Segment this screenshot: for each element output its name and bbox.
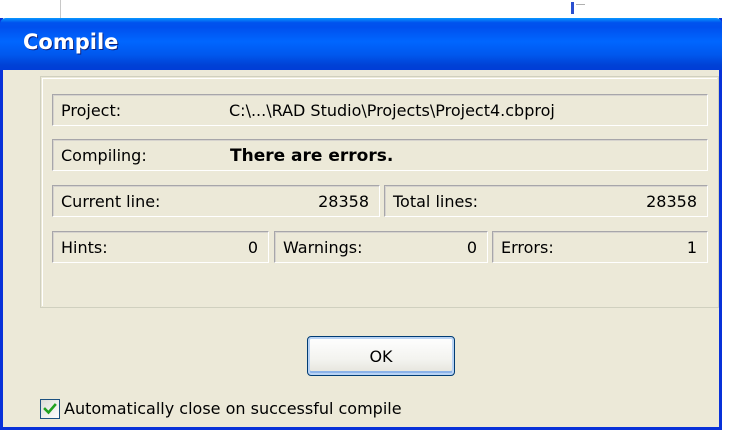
auto-close-checkbox[interactable] [40, 399, 60, 419]
project-field: Project: C:\...\RAD Studio\Projects\Proj… [52, 94, 708, 126]
compiling-status: There are errors. [230, 146, 394, 166]
compile-dialog: Compile Project: C:\...\RAD Studio\Proje… [0, 18, 722, 430]
hints-value: 0 [247, 238, 258, 257]
compiling-label: Compiling: [61, 146, 147, 165]
auto-close-label: Automatically close on successful compil… [64, 399, 402, 418]
current-line-label: Current line: [61, 192, 161, 211]
total-lines-label: Total lines: [393, 192, 479, 211]
hints-field: Hints: 0 [52, 231, 269, 263]
errors-label: Errors: [501, 238, 554, 257]
checkmark-icon [43, 403, 57, 415]
warnings-value: 0 [466, 238, 477, 257]
background-marker-2 [576, 4, 585, 8]
title-bar[interactable]: Compile [0, 18, 722, 70]
errors-field: Errors: 1 [492, 231, 708, 263]
ok-button[interactable]: OK [307, 336, 455, 376]
warnings-label: Warnings: [283, 238, 363, 257]
project-path: C:\...\RAD Studio\Projects\Project4.cbpr… [229, 101, 555, 120]
total-lines-field: Total lines: 28358 [384, 185, 708, 217]
total-lines-value: 28358 [646, 192, 697, 211]
dialog-title: Compile [23, 30, 119, 54]
project-label: Project: [61, 101, 122, 120]
warnings-field: Warnings: 0 [274, 231, 488, 263]
background-marker [571, 2, 574, 14]
current-line-value: 28358 [318, 192, 369, 211]
hints-label: Hints: [61, 238, 108, 257]
errors-value: 1 [686, 238, 697, 257]
compiling-field: Compiling: There are errors. [52, 139, 708, 171]
current-line-field: Current line: 28358 [52, 185, 380, 217]
